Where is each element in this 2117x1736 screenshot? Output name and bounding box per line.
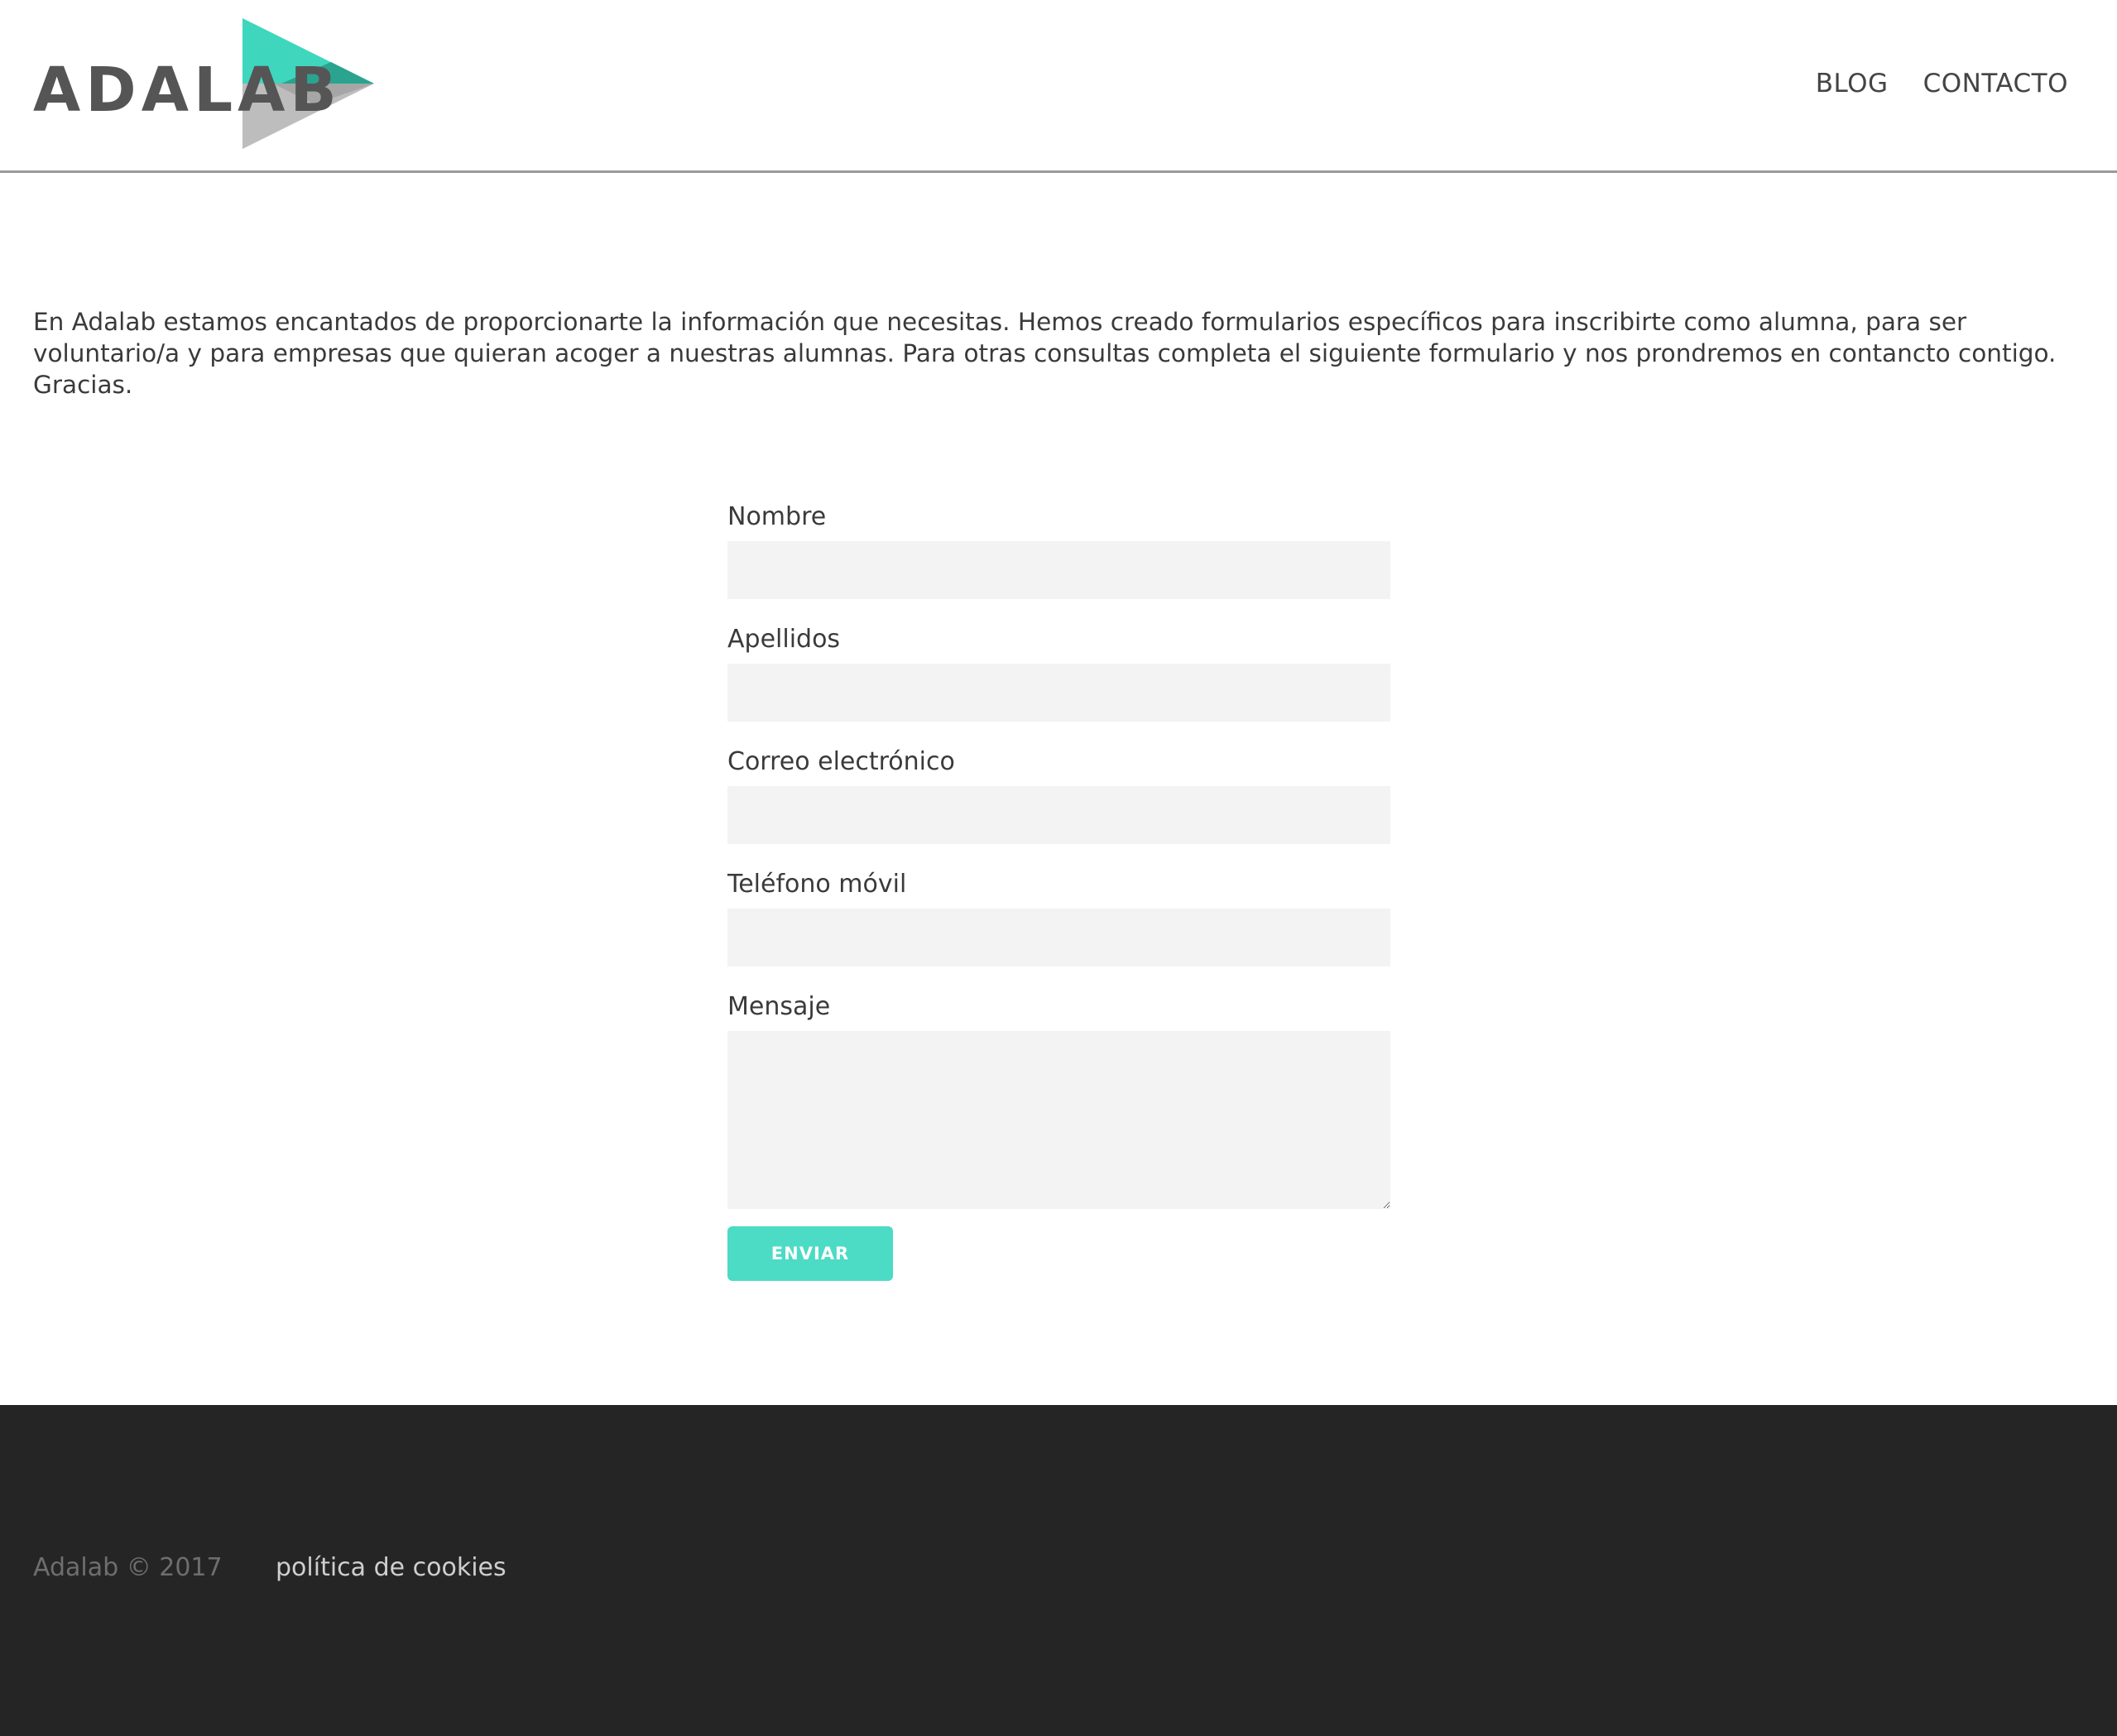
contact-form: Nombre Apellidos Correo electrónico Telé… xyxy=(727,501,1390,1281)
adalab-logo[interactable]: ADALAB xyxy=(33,17,381,151)
email-input[interactable] xyxy=(727,786,1390,844)
nav-blog-link[interactable]: BLOG xyxy=(1816,71,1889,97)
mensaje-label: Mensaje xyxy=(727,992,831,1021)
main-nav: BLOG CONTACTO xyxy=(1816,71,2068,97)
site-footer: Adalab © 2017 política de cookies xyxy=(0,1405,2117,1736)
nombre-input[interactable] xyxy=(727,541,1390,599)
mensaje-textarea[interactable] xyxy=(727,1031,1390,1209)
email-label: Correo electrónico xyxy=(727,747,955,776)
copyright-text: Adalab © 2017 xyxy=(33,1553,223,1582)
phone-label: Teléfono móvil xyxy=(727,870,907,899)
apellidos-label: Apellidos xyxy=(727,625,841,654)
enviar-button[interactable]: ENVIAR xyxy=(727,1226,893,1281)
nombre-label: Nombre xyxy=(727,502,827,531)
intro-text: En Adalab estamos encantados de proporci… xyxy=(33,308,2057,399)
phone-input[interactable] xyxy=(727,909,1390,966)
logo-text: ADALAB xyxy=(33,55,342,126)
site-header: ADALAB BLOG CONTACTO xyxy=(0,0,2117,173)
apellidos-input[interactable] xyxy=(727,664,1390,722)
nav-contacto-link[interactable]: CONTACTO xyxy=(1923,71,2068,97)
cookies-policy-link[interactable]: política de cookies xyxy=(276,1556,506,1580)
